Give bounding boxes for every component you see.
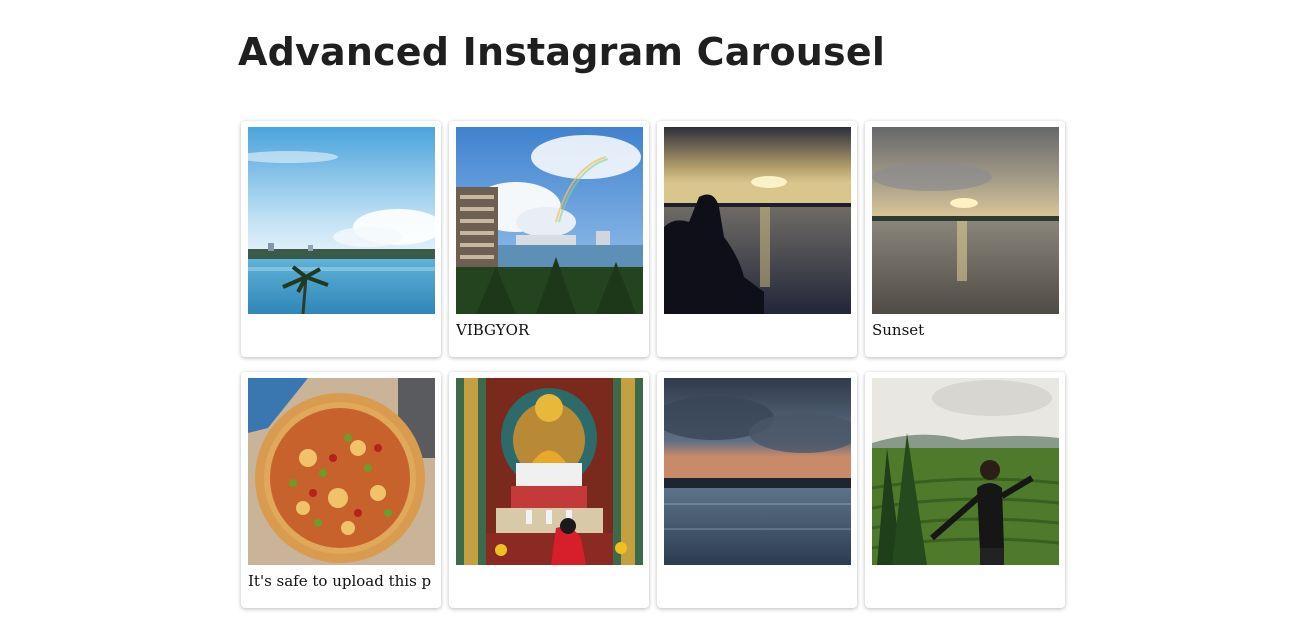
- pizza-photo[interactable]: [248, 378, 435, 565]
- post-caption: It's safe to upload this p: [248, 572, 432, 590]
- tea-garden-man-photo[interactable]: [872, 378, 1059, 565]
- sunset-river-photo[interactable]: [872, 127, 1059, 314]
- post-caption: Sunset: [872, 321, 925, 339]
- instagram-post-card[interactable]: [241, 121, 441, 357]
- post-caption: VIBGYOR: [456, 321, 530, 339]
- buddha-temple-photo[interactable]: [456, 378, 643, 565]
- silhouette-sunset-photo[interactable]: [664, 127, 851, 314]
- instagram-post-card[interactable]: [449, 372, 649, 608]
- instagram-post-card[interactable]: It's safe to upload this p: [241, 372, 441, 608]
- instagram-carousel-grid: VIBGYOR Sunset It's safe to upload this …: [241, 121, 1067, 608]
- page-title: Advanced Instagram Carousel: [238, 30, 886, 74]
- instagram-post-card[interactable]: [657, 121, 857, 357]
- instagram-post-card[interactable]: [865, 372, 1065, 608]
- rainbow-building-photo[interactable]: [456, 127, 643, 314]
- cloudy-lake-photo[interactable]: [664, 378, 851, 565]
- instagram-post-card[interactable]: [657, 372, 857, 608]
- lake-skyline-photo[interactable]: [248, 127, 435, 314]
- instagram-post-card[interactable]: VIBGYOR: [449, 121, 649, 357]
- instagram-post-card[interactable]: Sunset: [865, 121, 1065, 357]
